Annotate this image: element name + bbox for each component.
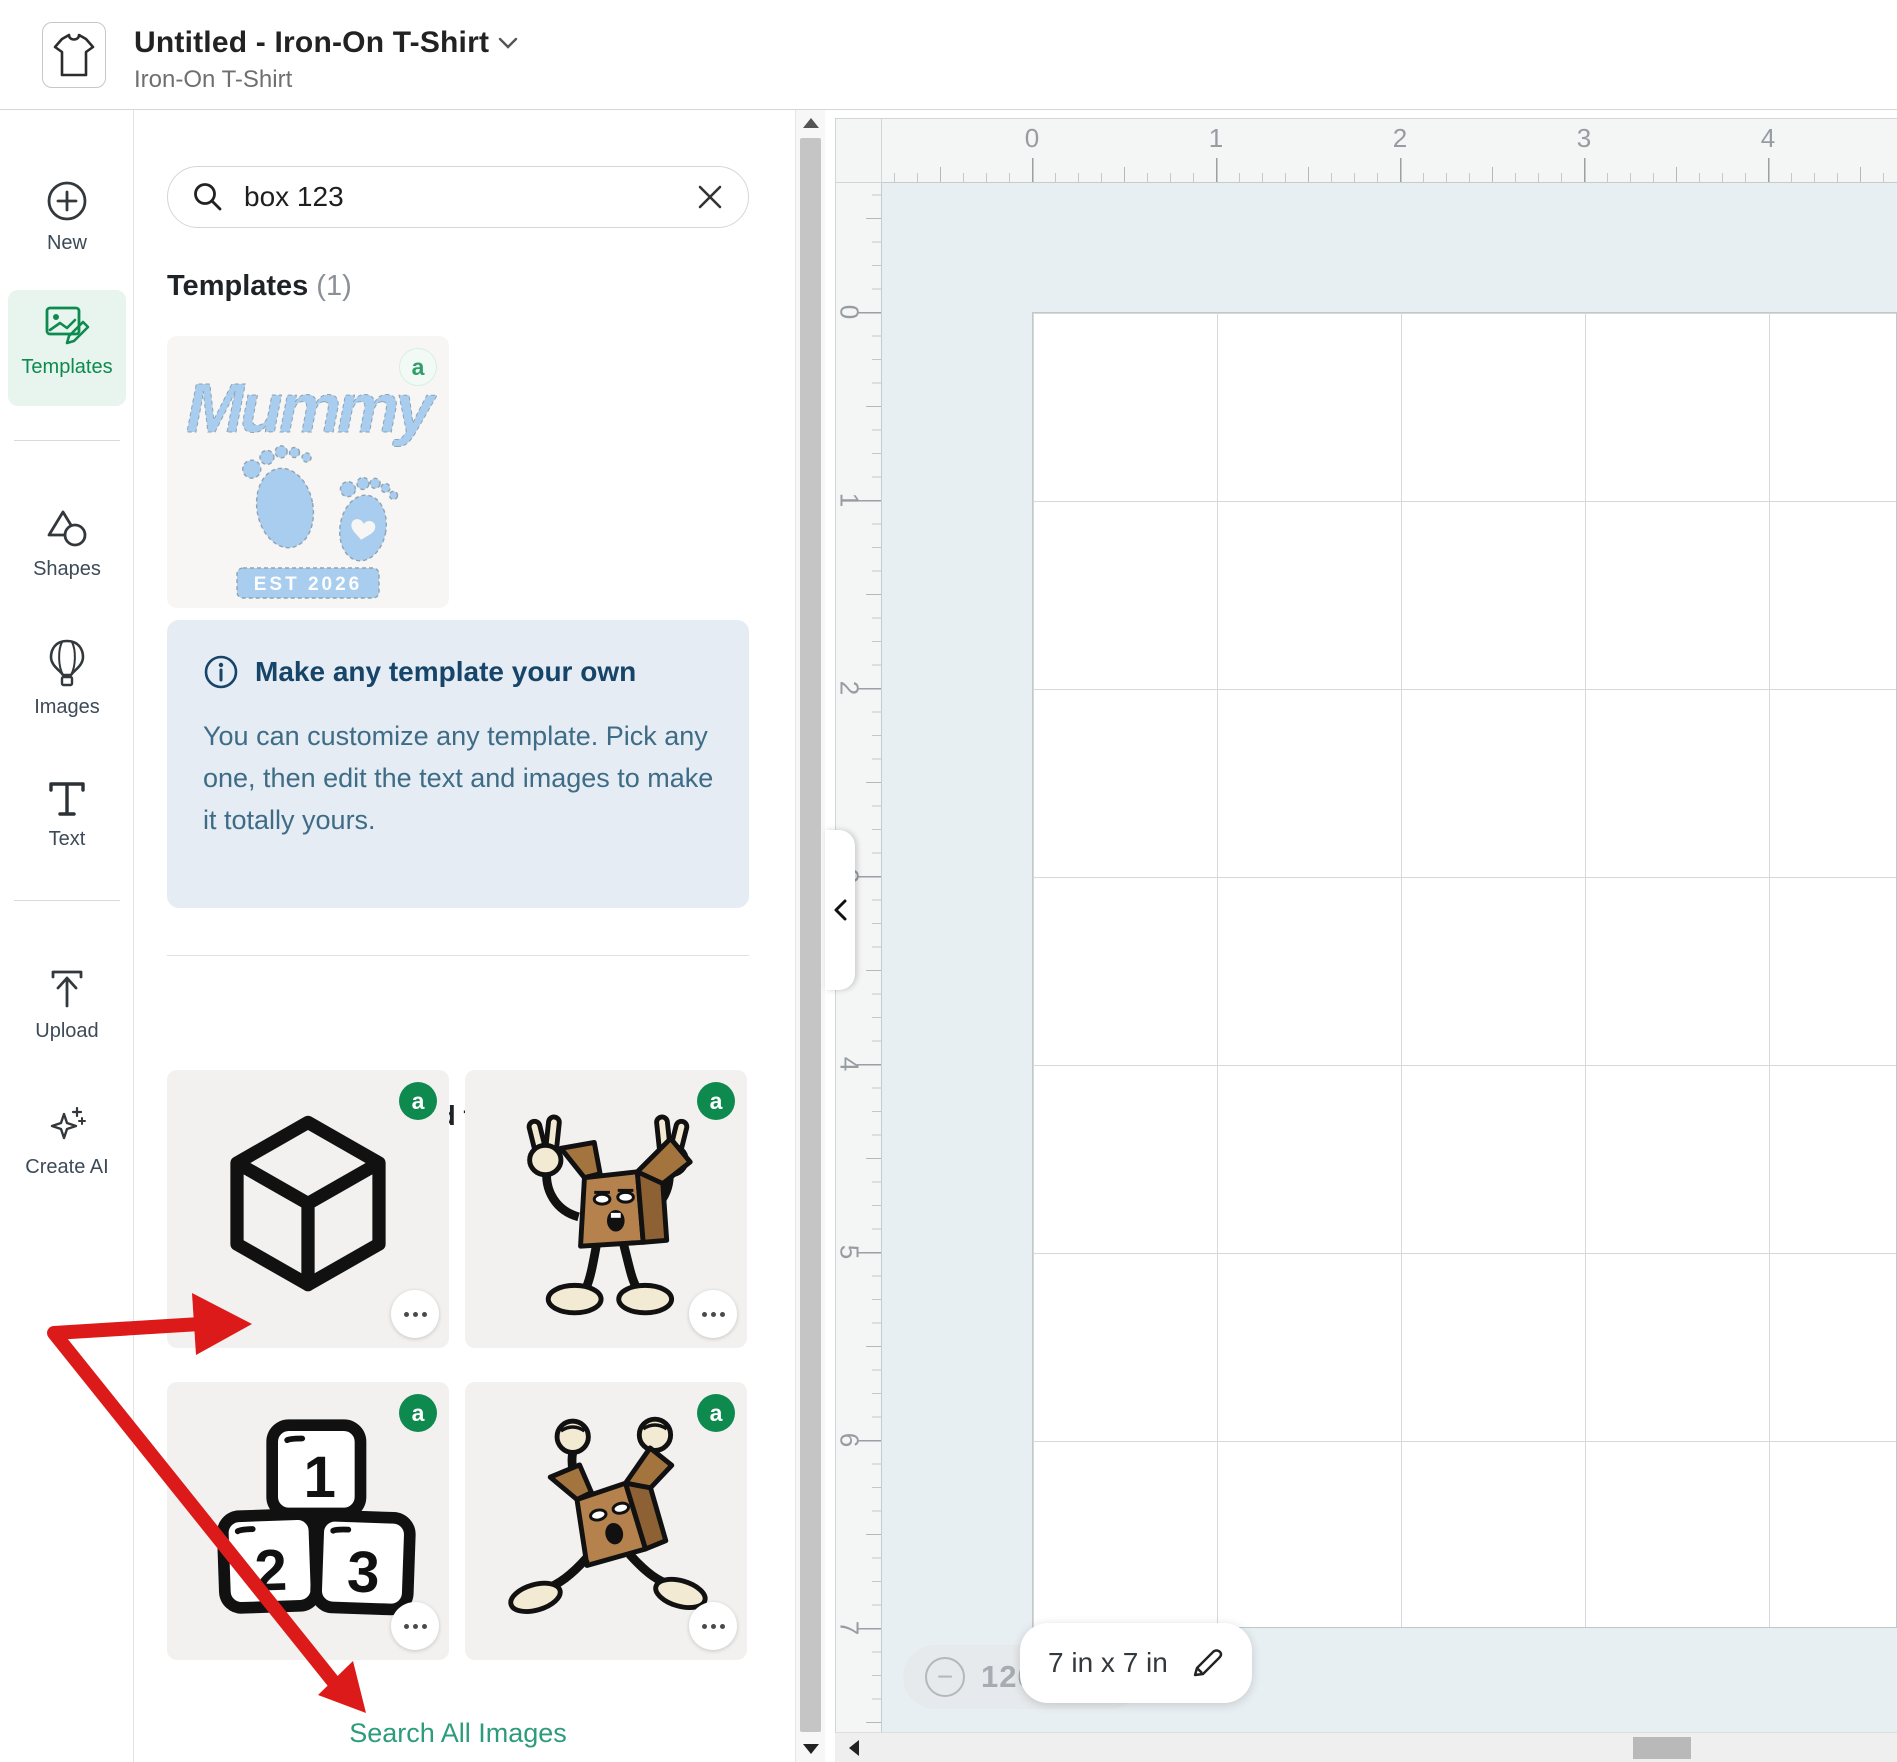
cricut-design-space-window: Untitled - Iron-On T-Shirt Iron-On T-Shi… bbox=[0, 0, 1897, 1762]
zoom-out-button[interactable]: − bbox=[925, 1657, 965, 1697]
project-title: Untitled - Iron-On T-Shirt bbox=[134, 26, 489, 60]
text-icon bbox=[45, 776, 89, 820]
number-blocks-art: 1 2 3 bbox=[191, 1404, 426, 1639]
canvas-grid[interactable] bbox=[1032, 312, 1897, 1628]
image-card-box-character-peace[interactable]: a bbox=[465, 1070, 747, 1348]
v-ruler-label: 6 bbox=[834, 1433, 865, 1447]
ruler-corner bbox=[835, 118, 882, 183]
sidebar-item-images[interactable]: Images bbox=[8, 628, 126, 729]
cricut-access-badge: a bbox=[399, 348, 437, 386]
canvas-size-label: 7 in x 7 in bbox=[1048, 1647, 1168, 1679]
scroll-up-icon[interactable] bbox=[803, 118, 819, 128]
sidebar-item-label: Upload bbox=[35, 1020, 98, 1043]
pencil-icon[interactable] bbox=[1190, 1646, 1224, 1680]
scrollbar-thumb[interactable] bbox=[1633, 1737, 1691, 1759]
chevron-left-icon bbox=[832, 898, 848, 922]
sidebar-item-label: Shapes bbox=[33, 558, 101, 581]
plus-circle-icon bbox=[44, 178, 90, 224]
scroll-left-icon[interactable] bbox=[849, 1740, 859, 1756]
sparkles-icon bbox=[44, 1102, 90, 1148]
search-input[interactable] bbox=[242, 180, 678, 214]
sidebar-item-upload[interactable]: Upload bbox=[8, 956, 126, 1053]
horizontal-scrollbar[interactable] bbox=[835, 1732, 1897, 1762]
h-ruler-label: 0 bbox=[1025, 123, 1039, 154]
info-box-body: You can customize any template. Pick any… bbox=[203, 716, 723, 842]
hot-air-balloon-icon bbox=[45, 638, 89, 688]
image-card-box-character-jumping[interactable]: a bbox=[465, 1382, 747, 1660]
upload-icon bbox=[45, 966, 89, 1012]
project-subtitle: Iron-On T-Shirt bbox=[134, 66, 519, 94]
box-character-jumping-art bbox=[489, 1404, 724, 1639]
template-info-box: Make any template your own You can custo… bbox=[167, 620, 749, 908]
panel-scrollbar[interactable] bbox=[795, 110, 825, 1762]
more-options-button[interactable] bbox=[689, 1290, 737, 1338]
sidebar-item-text[interactable]: Text bbox=[8, 766, 126, 861]
v-ruler-label: 5 bbox=[834, 1245, 865, 1259]
h-ruler-label: 3 bbox=[1577, 123, 1591, 154]
more-options-button[interactable] bbox=[689, 1602, 737, 1650]
info-box-title: Make any template your own bbox=[255, 656, 636, 688]
svg-text:2: 2 bbox=[253, 1538, 288, 1604]
horizontal-ruler: 0 1 2 3 4 bbox=[882, 118, 1897, 183]
v-ruler-label: 7 bbox=[834, 1621, 865, 1635]
h-ruler-label: 4 bbox=[1761, 123, 1775, 154]
project-thumbnail-button[interactable] bbox=[42, 22, 106, 88]
templates-heading-text: Templates bbox=[167, 270, 308, 302]
canvas-mat[interactable] bbox=[882, 183, 1897, 1732]
v-ruler-label: 4 bbox=[834, 1057, 865, 1071]
cricut-access-badge: a bbox=[399, 1082, 437, 1120]
more-options-button[interactable] bbox=[391, 1602, 439, 1650]
scroll-down-icon[interactable] bbox=[803, 1744, 819, 1754]
panel-divider bbox=[167, 955, 749, 956]
info-icon bbox=[203, 654, 239, 690]
sidebar-item-label: New bbox=[47, 232, 87, 255]
svg-text:EST 2026: EST 2026 bbox=[254, 574, 363, 595]
cricut-access-badge: a bbox=[697, 1394, 735, 1432]
cricut-access-badge: a bbox=[399, 1394, 437, 1432]
v-ruler-label: 0 bbox=[834, 305, 865, 319]
svg-text:1: 1 bbox=[303, 1445, 335, 1510]
v-ruler-label: 2 bbox=[834, 681, 865, 695]
template-card-mummy[interactable]: Mummy EST 2026 a bbox=[167, 336, 449, 608]
search-box[interactable] bbox=[167, 166, 749, 228]
h-ruler-label: 1 bbox=[1209, 123, 1223, 154]
sidebar-item-label: Templates bbox=[21, 356, 112, 379]
image-card-cube-outline[interactable]: a bbox=[167, 1070, 449, 1348]
templates-count: (1) bbox=[316, 270, 351, 302]
sidebar-item-label: Images bbox=[34, 696, 100, 719]
canvas-size-control[interactable]: 7 in x 7 in bbox=[1020, 1623, 1252, 1703]
more-options-button[interactable] bbox=[391, 1290, 439, 1338]
h-ruler-label: 2 bbox=[1393, 123, 1407, 154]
cube-outline-art bbox=[198, 1094, 418, 1324]
v-ruler-label: 1 bbox=[834, 493, 865, 507]
svg-text:3: 3 bbox=[346, 1539, 381, 1605]
sidebar-item-shapes[interactable]: Shapes bbox=[8, 496, 126, 591]
templates-icon bbox=[41, 300, 93, 348]
sidebar-item-new[interactable]: New bbox=[8, 168, 126, 265]
chevron-down-icon[interactable] bbox=[497, 36, 519, 50]
tshirt-icon bbox=[53, 32, 95, 78]
scrollbar-thumb[interactable] bbox=[800, 138, 821, 1732]
clear-search-icon[interactable] bbox=[696, 183, 724, 211]
cricut-access-badge: a bbox=[697, 1082, 735, 1120]
box-character-peace-art bbox=[489, 1092, 724, 1327]
header: Untitled - Iron-On T-Shirt Iron-On T-Shi… bbox=[0, 0, 1897, 110]
tool-sidebar: New Templates Shapes Images Text bbox=[0, 110, 134, 1762]
collapse-panel-button[interactable] bbox=[825, 830, 855, 990]
sidebar-item-label: Text bbox=[49, 828, 86, 851]
shapes-icon bbox=[43, 506, 91, 550]
templates-panel: Templates(1) Mummy EST 2026 a bbox=[134, 110, 795, 1762]
canvas-area: 01234 01234567 − 126% + 7 in x 7 in bbox=[825, 110, 1897, 1762]
sidebar-item-templates[interactable]: Templates bbox=[8, 290, 126, 406]
templates-section-heading: Templates(1) bbox=[167, 270, 352, 303]
svg-text:Mummy: Mummy bbox=[186, 369, 438, 447]
sidebar-item-create-ai[interactable]: Create AI bbox=[8, 1092, 126, 1189]
search-icon bbox=[192, 181, 224, 213]
sidebar-item-label: Create AI bbox=[25, 1156, 108, 1179]
image-card-number-blocks[interactable]: 1 2 3 a bbox=[167, 1382, 449, 1660]
sidebar-divider bbox=[14, 900, 120, 901]
sidebar-divider bbox=[14, 440, 120, 441]
search-all-images-link[interactable]: Search All Images bbox=[167, 1718, 749, 1749]
